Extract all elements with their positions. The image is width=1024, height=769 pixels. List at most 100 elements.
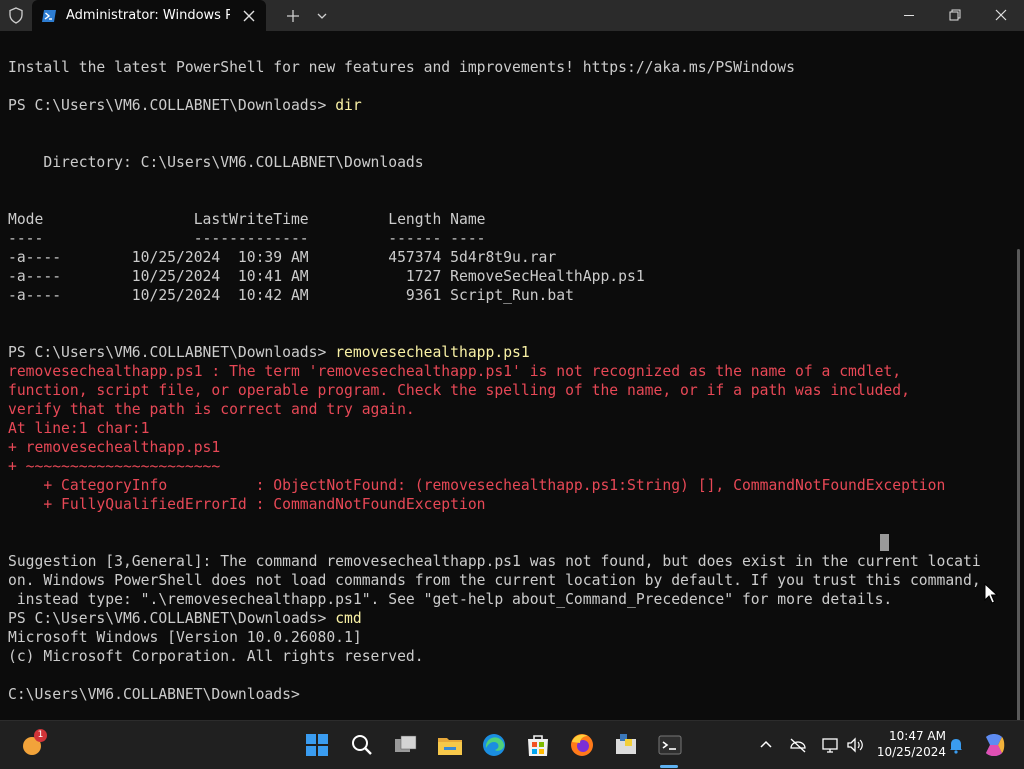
volume-icon[interactable] <box>845 735 865 755</box>
title-bar: Administrator: Windows PowerShell <box>0 0 1024 31</box>
tab-title: Administrator: Windows PowerShell <box>66 8 230 23</box>
error-text: verify that the path is correct and try … <box>8 401 415 418</box>
console-line: PS C:\Users\VM6.COLLABNET\Downloads> cmd <box>8 609 1008 628</box>
minimize-button[interactable] <box>886 0 932 31</box>
output-text: -a---- 10/25/2024 10:42 AM 9361 Script_R… <box>8 287 574 304</box>
console-line: (c) Microsoft Corporation. All rights re… <box>8 647 1008 666</box>
mouse-pointer-icon <box>984 582 999 605</box>
chevron-down-icon[interactable] <box>312 6 332 26</box>
error-text: + FullyQualifiedErrorId : CommandNotFoun… <box>8 496 486 513</box>
console-line: C:\Users\VM6.COLLABNET\Downloads> <box>8 685 1008 704</box>
minimize-icon <box>904 15 914 16</box>
console-line: PS C:\Users\VM6.COLLABNET\Downloads> dir <box>8 96 1008 115</box>
output-text: -a---- 10/25/2024 10:39 AM 457374 5d4r8t… <box>8 249 557 266</box>
edge-button[interactable] <box>478 729 510 761</box>
file-explorer-button[interactable] <box>434 729 466 761</box>
console-line: -a---- 10/25/2024 10:41 AM 1727 RemoveSe… <box>8 267 1008 286</box>
console-line: on. Windows PowerShell does not load com… <box>8 571 1008 590</box>
error-text: + ~~~~~~~~~~~~~~~~~~~~~~ <box>8 458 221 475</box>
output-text: Directory: C:\Users\VM6.COLLABNET\Downlo… <box>8 154 424 171</box>
copilot-icon <box>986 734 1005 756</box>
start-icon <box>306 734 328 756</box>
console-line: verify that the path is correct and try … <box>8 400 1008 419</box>
scrollbar[interactable] <box>1017 249 1020 729</box>
error-text: function, script file, or operable progr… <box>8 382 910 399</box>
console-line: Suggestion [3,General]: The command remo… <box>8 552 1008 571</box>
search-button[interactable] <box>346 729 378 761</box>
output-text: C:\Users\VM6.COLLABNET\Downloads> <box>8 686 300 703</box>
error-text: removesechealthapp.ps1 : The term 'remov… <box>8 363 902 380</box>
output-text: Microsoft Windows [Version 10.0.26080.1] <box>8 629 362 646</box>
vpn-icon[interactable] <box>788 735 808 755</box>
taskbar: 1 10:47 AM 10/25/2024 <box>0 720 1024 769</box>
console-output[interactable]: Install the latest PowerShell for new fe… <box>8 58 1008 704</box>
console-line: -a---- 10/25/2024 10:42 AM 9361 Script_R… <box>8 286 1008 305</box>
output-text: PS C:\Users\VM6.COLLABNET\Downloads> <box>8 610 336 627</box>
store-icon <box>528 735 548 756</box>
clock-date: 10/25/2024 <box>876 745 946 759</box>
start-button[interactable] <box>301 729 333 761</box>
notification-bell-icon[interactable] <box>946 735 966 755</box>
close-button[interactable] <box>978 0 1024 31</box>
close-icon <box>995 9 1007 21</box>
console-line: instead type: ".\removesechealthapp.ps1"… <box>8 590 1008 609</box>
console-line: -a---- 10/25/2024 10:39 AM 457374 5d4r8t… <box>8 248 1008 267</box>
output-text: -a---- 10/25/2024 10:41 AM 1727 RemoveSe… <box>8 268 645 285</box>
console-line: PS C:\Users\VM6.COLLABNET\Downloads> rem… <box>8 343 1008 362</box>
restore-button[interactable] <box>932 0 978 31</box>
widget-badge: 1 <box>34 729 47 742</box>
error-text: + CategoryInfo : ObjectNotFound: (remove… <box>8 477 946 494</box>
new-tab-plus-icon[interactable] <box>283 6 303 26</box>
console-line: ---- ------------- ------ ---- <box>8 229 1008 248</box>
error-text: At line:1 char:1 <box>8 420 150 437</box>
clock-time: 10:47 AM <box>889 729 946 743</box>
command-text: removesechealthapp.ps1 <box>335 344 530 361</box>
firefox-icon <box>571 734 593 756</box>
output-text: Install the latest PowerShell for new fe… <box>8 59 795 76</box>
output-text: PS C:\Users\VM6.COLLABNET\Downloads> <box>8 344 336 361</box>
console-line: function, script file, or operable progr… <box>8 381 1008 400</box>
task-view-icon <box>395 735 417 752</box>
console-line: Install the latest PowerShell for new fe… <box>8 58 1008 77</box>
network-icon[interactable] <box>820 735 840 755</box>
store-button[interactable] <box>522 729 554 761</box>
console-line: removesechealthapp.ps1 : The term 'remov… <box>8 362 1008 381</box>
powershell-icon <box>41 8 57 24</box>
search-icon <box>352 735 372 755</box>
python-idle-button[interactable] <box>610 729 642 761</box>
output-text: Mode LastWriteTime Length Name <box>8 211 486 228</box>
restore-icon <box>949 9 961 21</box>
console-line: Mode LastWriteTime Length Name <box>8 210 1008 229</box>
console-line: At line:1 char:1 <box>8 419 1008 438</box>
console-line: + CategoryInfo : ObjectNotFound: (remove… <box>8 476 1008 495</box>
copilot-button[interactable] <box>978 729 1010 761</box>
output-text: (c) Microsoft Corporation. All rights re… <box>8 648 424 665</box>
python-idle-icon <box>616 734 636 754</box>
edge-icon <box>483 734 505 756</box>
terminal-area[interactable]: Install the latest PowerShell for new fe… <box>0 31 1024 729</box>
output-text: instead type: ".\removesechealthapp.ps1"… <box>8 591 893 608</box>
console-line: Microsoft Windows [Version 10.0.26080.1] <box>8 628 1008 647</box>
output-text: on. Windows PowerShell does not load com… <box>8 572 981 589</box>
tab-powershell[interactable]: Administrator: Windows PowerShell <box>32 0 266 31</box>
console-line: + FullyQualifiedErrorId : CommandNotFoun… <box>8 495 1008 514</box>
text-cursor <box>880 534 889 551</box>
clock[interactable]: 10:47 AM 10/25/2024 <box>872 728 946 760</box>
tab-close-icon[interactable] <box>240 7 258 25</box>
output-text: Suggestion [3,General]: The command remo… <box>8 553 981 570</box>
output-text: PS C:\Users\VM6.COLLABNET\Downloads> <box>8 97 336 114</box>
file-explorer-icon <box>438 738 462 755</box>
terminal-button[interactable] <box>654 729 686 761</box>
error-text: + removesechealthapp.ps1 <box>8 439 221 456</box>
task-view-button[interactable] <box>390 729 422 761</box>
firefox-button[interactable] <box>566 729 598 761</box>
chevron-up-icon[interactable] <box>756 735 776 755</box>
